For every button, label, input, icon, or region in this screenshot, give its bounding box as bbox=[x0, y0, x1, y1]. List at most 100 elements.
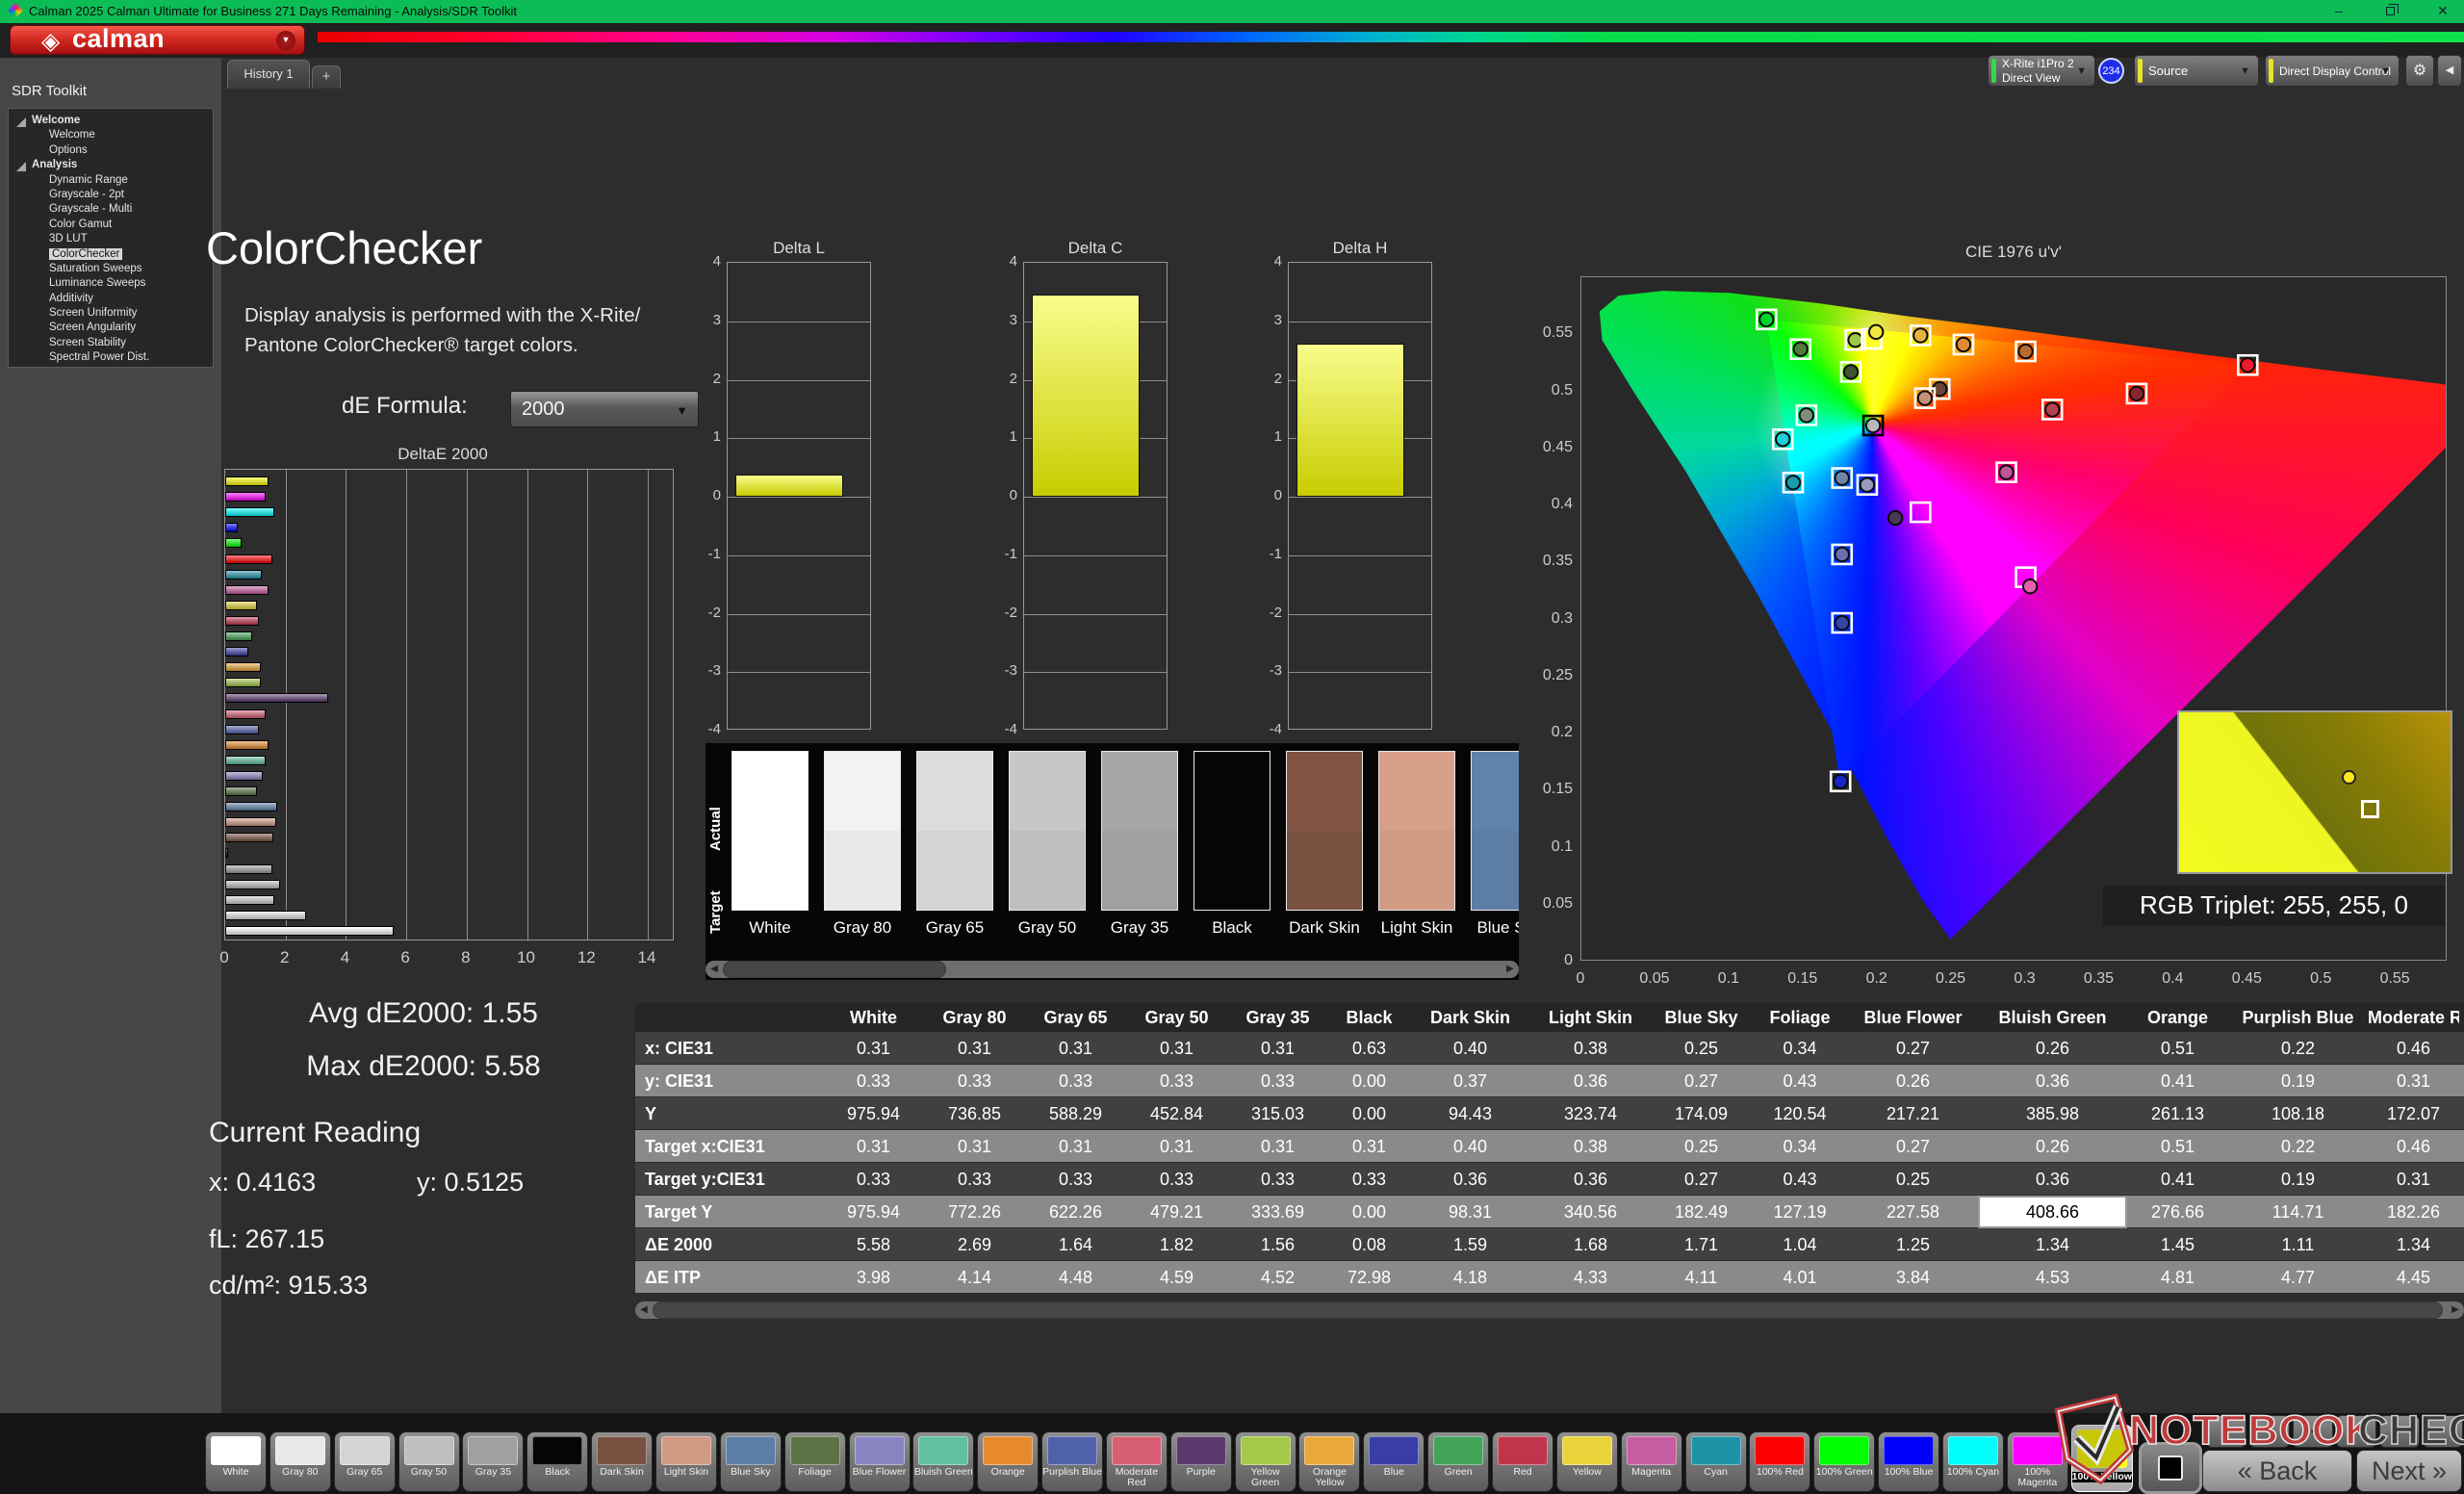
viewer-patch-black[interactable] bbox=[1194, 751, 1270, 911]
scroll-left-icon[interactable]: ◀ bbox=[706, 961, 723, 978]
calman-menu-button[interactable]: ◈ calman ▼ bbox=[10, 25, 305, 55]
viewer-patch-gray-35[interactable] bbox=[1101, 751, 1178, 911]
mini-toolbar-button-2[interactable]: ▪ bbox=[2249, 1415, 2290, 1448]
patch-button-black[interactable]: Black bbox=[526, 1431, 588, 1492]
patch-label: Black bbox=[527, 1467, 587, 1478]
minimize-button[interactable]: – bbox=[2320, 0, 2358, 23]
selected-cell[interactable]: 408.66 bbox=[1978, 1196, 2127, 1228]
patch-button-gray-50[interactable]: Gray 50 bbox=[398, 1431, 460, 1492]
viewer-patch-gray-65[interactable] bbox=[916, 751, 993, 911]
patch-button-foliage[interactable]: Foliage bbox=[784, 1431, 846, 1492]
patch-button-100-yellow[interactable]: 100% Yellow bbox=[2071, 1425, 2133, 1492]
viewer-patch-dark-skin[interactable] bbox=[1286, 751, 1363, 911]
sidebar-item-3d-lut[interactable]: 3D LUT bbox=[9, 232, 213, 246]
mini-toolbar-button-3[interactable]: ▪ bbox=[2293, 1415, 2333, 1448]
meter-dropdown[interactable]: X-Rite i1Pro 2Direct View ▼ bbox=[1988, 55, 2095, 87]
patch-button-100-magenta[interactable]: 100% Magenta bbox=[2007, 1431, 2068, 1492]
patch-button-orange-yellow[interactable]: Orange Yellow bbox=[1298, 1431, 1360, 1492]
sidebar-item-luminance-sweeps[interactable]: Luminance Sweeps bbox=[9, 276, 213, 291]
sidebar-item-spectral-power-dist[interactable]: Spectral Power Dist. bbox=[9, 350, 213, 365]
viewer-scroll-thumb[interactable] bbox=[723, 961, 946, 978]
sidebar-item-additivity[interactable]: Additivity bbox=[9, 292, 213, 306]
table-cell: 315.03 bbox=[1227, 1097, 1328, 1130]
patch-button-red[interactable]: Red bbox=[1492, 1431, 1553, 1492]
scroll-left-icon[interactable]: ◀ bbox=[635, 1301, 653, 1319]
patch-button-bluish-green[interactable]: Bluish Green bbox=[912, 1431, 974, 1492]
sidebar-item-saturation-sweeps[interactable]: Saturation Sweeps bbox=[9, 262, 213, 276]
viewer-patch-gray-80[interactable] bbox=[824, 751, 901, 911]
patch-button-dark-skin[interactable]: Dark Skin bbox=[591, 1431, 653, 1492]
patch-button-blue-sky[interactable]: Blue Sky bbox=[720, 1431, 782, 1492]
sidebar-item-dynamic-range[interactable]: Dynamic Range bbox=[9, 173, 213, 188]
sidebar-item-grayscale-2pt[interactable]: Grayscale - 2pt bbox=[9, 188, 213, 202]
meter-status-bar bbox=[1991, 59, 1996, 83]
sidebar-item-screen-uniformity[interactable]: Screen Uniformity bbox=[9, 306, 213, 321]
viewer-patch-white[interactable] bbox=[732, 751, 808, 911]
expander-icon[interactable] bbox=[16, 162, 26, 171]
sidebar-item-color-gamut[interactable]: Color Gamut bbox=[9, 218, 213, 232]
display-control-dropdown[interactable]: Direct Display Control ▼ bbox=[2265, 55, 2400, 87]
viewer-scrollbar[interactable]: ◀ ▶ bbox=[706, 961, 1519, 978]
patch-button-blue[interactable]: Blue bbox=[1363, 1431, 1424, 1492]
de2000-bar-yellow bbox=[225, 601, 257, 610]
patch-label: Dark Skin bbox=[592, 1467, 652, 1478]
sidebar-item-screen-angularity[interactable]: Screen Angularity bbox=[9, 321, 213, 335]
patch-button-blue-flower[interactable]: Blue Flower bbox=[849, 1431, 911, 1492]
patch-button-purplish-blue[interactable]: Purplish Blue bbox=[1041, 1431, 1103, 1492]
source-dropdown[interactable]: Source ▼ bbox=[2134, 55, 2259, 87]
calman-logo-text: calman bbox=[72, 24, 165, 54]
sidebar-item-colorchecker[interactable]: ColorChecker bbox=[9, 247, 213, 262]
sidebar-item-grayscale-multi[interactable]: Grayscale - Multi bbox=[9, 202, 213, 217]
de-formula-dropdown[interactable]: 2000 ▼ bbox=[510, 391, 699, 427]
sidebar-panel-title: SDR Toolkit bbox=[12, 83, 87, 99]
viewer-patch-gray-50[interactable] bbox=[1009, 751, 1086, 911]
scroll-right-icon[interactable]: ▶ bbox=[2447, 1301, 2464, 1319]
chevron-down-icon[interactable]: ▼ bbox=[276, 31, 295, 50]
patch-button-yellow-green[interactable]: Yellow Green bbox=[1235, 1431, 1296, 1492]
patch-button-100-red[interactable]: 100% Red bbox=[1749, 1431, 1810, 1492]
mini-toolbar-button-6[interactable]: ▪ bbox=[2423, 1415, 2463, 1448]
patch-button-100-cyan[interactable]: 100% Cyan bbox=[1942, 1431, 2004, 1492]
patch-button-100-green[interactable]: 100% Green bbox=[1813, 1431, 1875, 1492]
patch-button-100-blue[interactable]: 100% Blue bbox=[1878, 1431, 1939, 1492]
mini-toolbar-button-1[interactable]: ▪ bbox=[2206, 1415, 2246, 1448]
patch-button-gray-35[interactable]: Gray 35 bbox=[462, 1431, 524, 1492]
viewer-patch-blue-sky[interactable] bbox=[1471, 751, 1519, 911]
table-cell: 127.19 bbox=[1752, 1196, 1848, 1228]
patch-button-gray-65[interactable]: Gray 65 bbox=[334, 1431, 396, 1492]
collapse-right-panel-button[interactable]: ◀ bbox=[2437, 55, 2462, 87]
viewer-patch-light-skin[interactable] bbox=[1378, 751, 1455, 911]
patch-button-moderate-red[interactable]: Moderate Red bbox=[1106, 1431, 1168, 1492]
close-button[interactable]: ✕ bbox=[2424, 0, 2462, 23]
tab-history-1[interactable]: History 1 bbox=[227, 60, 310, 89]
patch-button-gray-80[interactable]: Gray 80 bbox=[270, 1431, 331, 1492]
scroll-right-icon[interactable]: ▶ bbox=[1502, 961, 1519, 978]
table-scrollbar[interactable]: ◀ ▶ bbox=[635, 1301, 2464, 1319]
restore-button[interactable] bbox=[2370, 0, 2408, 23]
mini-toolbar-button-5[interactable]: ▪ bbox=[2379, 1415, 2420, 1448]
mini-toolbar-button-4[interactable]: ▪ bbox=[2336, 1415, 2376, 1448]
gridline bbox=[728, 555, 870, 556]
sidebar-item-screen-stability[interactable]: Screen Stability bbox=[9, 336, 213, 350]
patch-button-orange[interactable]: Orange bbox=[977, 1431, 1039, 1492]
sidebar-item-options[interactable]: Options bbox=[9, 143, 213, 158]
patch-button-cyan[interactable]: Cyan bbox=[1685, 1431, 1747, 1492]
patch-button-green[interactable]: Green bbox=[1427, 1431, 1489, 1492]
patch-button-yellow[interactable]: Yellow bbox=[1556, 1431, 1618, 1492]
patch-label: Yellow bbox=[1557, 1467, 1617, 1478]
patch-button-magenta[interactable]: Magenta bbox=[1621, 1431, 1682, 1492]
patch-button-white[interactable]: White bbox=[205, 1431, 267, 1492]
patch-button-light-skin[interactable]: Light Skin bbox=[655, 1431, 717, 1492]
patch-button-purple[interactable]: Purple bbox=[1170, 1431, 1232, 1492]
back-button[interactable]: « Back bbox=[2202, 1450, 2352, 1492]
table-scroll-thumb[interactable] bbox=[653, 1301, 2443, 1319]
sidebar-item-welcome[interactable]: Welcome bbox=[9, 114, 213, 128]
add-tab-button[interactable]: + bbox=[312, 65, 341, 89]
sidebar-item-welcome[interactable]: Welcome bbox=[9, 128, 213, 142]
next-button[interactable]: Next » bbox=[2356, 1450, 2462, 1492]
settings-button[interactable]: ⚙ bbox=[2405, 55, 2434, 87]
stop-measure-button[interactable] bbox=[2139, 1442, 2202, 1494]
expander-icon[interactable] bbox=[16, 117, 26, 127]
meter-count-badge[interactable]: 234 bbox=[2098, 58, 2124, 84]
sidebar-item-analysis[interactable]: Analysis bbox=[9, 158, 213, 172]
